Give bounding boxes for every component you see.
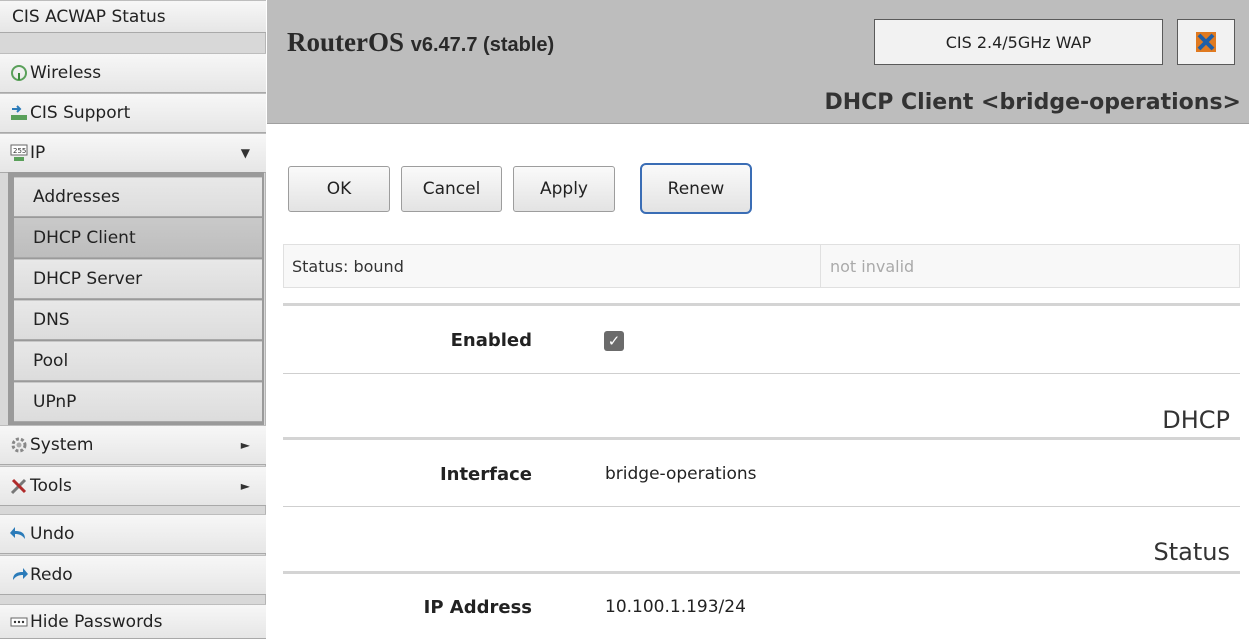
cancel-button[interactable]: Cancel xyxy=(401,166,502,212)
svg-text:255: 255 xyxy=(13,147,26,155)
chevron-down-icon: ▼ xyxy=(240,146,250,160)
gear-icon xyxy=(11,437,27,453)
app-name: RouterOS xyxy=(287,27,404,57)
sidebar-item-wireless[interactable]: Wireless xyxy=(0,53,266,93)
ip-icon: 255 xyxy=(10,144,28,161)
status-bar: Status: bound not invalid xyxy=(283,244,1240,288)
ip-address-value: 10.100.1.193/24 xyxy=(605,597,746,617)
app-version: v6.47.7 (stable) xyxy=(410,34,555,56)
sidebar-item-acwap-status[interactable]: CIS ACWAP Status xyxy=(0,0,266,33)
sidebar-item-label: CIS ACWAP Status xyxy=(12,6,166,27)
ok-button[interactable]: OK xyxy=(288,166,390,212)
winbox-icon xyxy=(1196,32,1216,52)
sidebar-item-label: IP xyxy=(30,143,46,163)
app-title: RouterOS v6.47.7 (stable) xyxy=(287,27,554,58)
sidebar-item-system[interactable]: System ► xyxy=(0,425,266,465)
sidebar-item-label: Pool xyxy=(33,351,69,371)
header: RouterOS v6.47.7 (stable) CIS 2.4/5GHz W… xyxy=(267,0,1249,124)
sidebar-item-label: Wireless xyxy=(30,63,102,83)
undo-icon xyxy=(10,527,25,539)
interface-label: Interface xyxy=(439,464,532,485)
status-text: Status: bound xyxy=(292,257,404,276)
section-dhcp-title: DHCP xyxy=(1162,406,1230,434)
divider xyxy=(283,373,1240,374)
divider xyxy=(283,303,1240,306)
divider xyxy=(820,245,821,287)
webfig-button[interactable] xyxy=(1177,19,1235,65)
sidebar-item-label: System xyxy=(30,435,94,455)
check-icon: ✓ xyxy=(607,332,621,350)
sidebar-item-label: Redo xyxy=(30,565,73,585)
sidebar-item-dhcp-client[interactable]: DHCP Client xyxy=(14,218,262,258)
identity-box: CIS 2.4/5GHz WAP xyxy=(874,19,1163,65)
renew-button[interactable]: Renew xyxy=(640,163,752,214)
sidebar-item-undo[interactable]: Undo xyxy=(0,514,266,554)
sidebar-item-label: Addresses xyxy=(33,187,121,207)
sidebar-item-label: Tools xyxy=(30,476,72,496)
apply-button[interactable]: Apply xyxy=(513,166,615,212)
wireless-icon xyxy=(11,65,27,81)
sidebar-item-label: DHCP Client xyxy=(33,228,136,248)
sidebar-item-label: UPnP xyxy=(33,392,77,412)
ip-address-label: IP Address xyxy=(423,597,532,618)
password-icon xyxy=(10,617,28,627)
sidebar-item-hide-passwords[interactable]: Hide Passwords xyxy=(0,604,266,639)
page-title: DHCP Client <bridge-operations> xyxy=(824,90,1241,115)
sidebar-item-label: CIS Support xyxy=(30,103,131,123)
tools-icon xyxy=(10,478,27,495)
interface-value: bridge-operations xyxy=(605,464,757,484)
divider xyxy=(283,571,1240,574)
chevron-right-icon: ► xyxy=(240,438,250,452)
section-status-title: Status xyxy=(1153,538,1230,566)
sidebar-item-addresses[interactable]: Addresses xyxy=(14,177,262,217)
sidebar: CIS ACWAP Status Wireless CIS Support 25… xyxy=(0,0,266,639)
sidebar-item-dhcp-server[interactable]: DHCP Server xyxy=(14,259,262,299)
support-icon xyxy=(11,105,27,120)
sidebar-item-redo[interactable]: Redo xyxy=(0,555,266,595)
sidebar-item-label: DHCP Server xyxy=(33,269,143,289)
redo-icon xyxy=(13,568,28,580)
sidebar-item-label: Hide Passwords xyxy=(30,611,163,632)
identity-label: CIS 2.4/5GHz WAP xyxy=(945,32,1092,52)
sidebar-item-upnp[interactable]: UPnP xyxy=(14,382,262,422)
validity-text: not invalid xyxy=(830,257,915,276)
sidebar-item-label: Undo xyxy=(30,524,75,544)
enabled-label: Enabled xyxy=(450,330,532,351)
sidebar-item-pool[interactable]: Pool xyxy=(14,341,262,381)
divider xyxy=(283,506,1240,507)
sidebar-item-cis-support[interactable]: CIS Support xyxy=(0,93,266,133)
enabled-checkbox[interactable]: ✓ xyxy=(604,331,624,351)
sidebar-item-label: DNS xyxy=(33,310,70,330)
sidebar-item-ip[interactable]: 255 IP ▼ xyxy=(0,133,266,173)
sidebar-item-tools[interactable]: Tools ► xyxy=(0,466,266,506)
chevron-right-icon: ► xyxy=(240,479,250,493)
divider xyxy=(283,437,1240,440)
sidebar-item-dns[interactable]: DNS xyxy=(14,300,262,340)
